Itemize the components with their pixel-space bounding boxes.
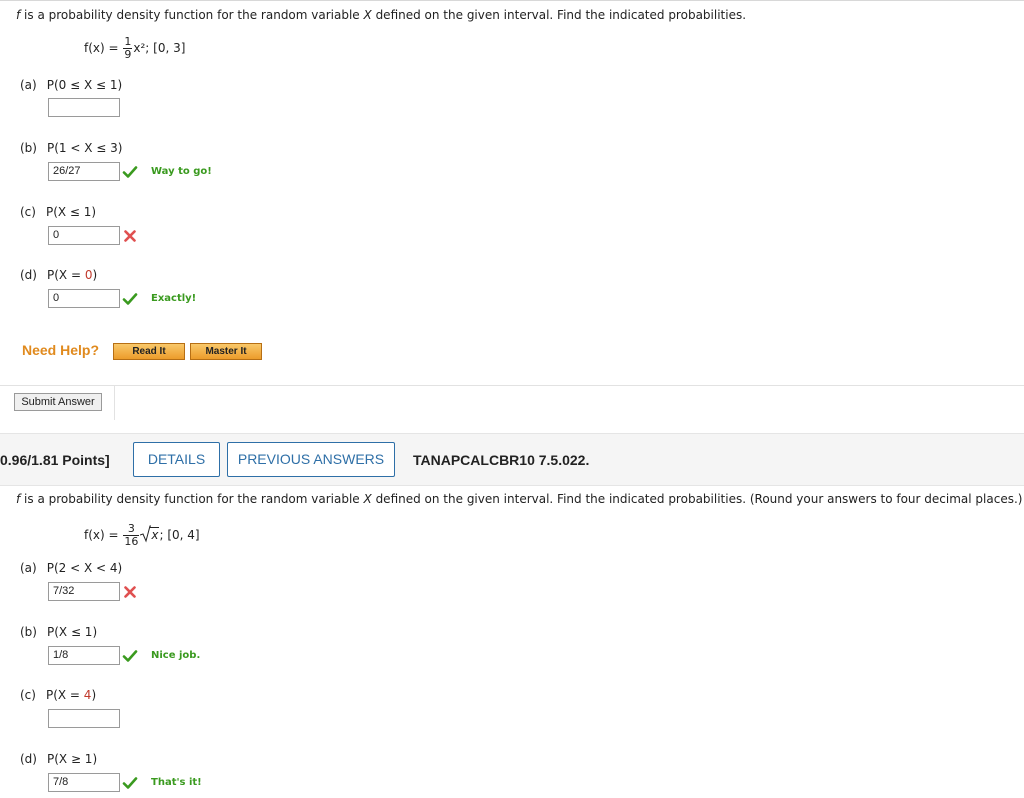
submit-answer-button[interactable]: Submit Answer <box>14 393 102 411</box>
q1-part-a-input[interactable] <box>48 98 120 117</box>
q2-prompt: f is a probability density function for … <box>16 492 1023 506</box>
check-icon <box>122 650 138 662</box>
q1-part-d-label: (d) P(X = 0) <box>20 268 98 282</box>
x-icon <box>124 586 136 598</box>
q1-part-b-label: (b) P(1 < X ≤ 3) <box>20 141 123 155</box>
question-code: TANAPCALCBR10 7.5.022. <box>413 452 590 468</box>
q2-part-a-input[interactable]: 7/32 <box>48 582 120 601</box>
need-help-label: Need Help? <box>22 342 100 358</box>
check-icon <box>122 166 138 178</box>
points-label: 0.96/1.81 Points] <box>0 452 110 468</box>
master-it-button[interactable]: Master It <box>189 342 263 361</box>
q2-part-c-input[interactable] <box>48 709 120 728</box>
q1-part-c-input[interactable]: 0 <box>48 226 120 245</box>
top-divider <box>0 0 1024 1</box>
q1-formula: f(x) = 1 9 x²; [0, 3] <box>84 35 186 61</box>
x-icon <box>124 230 136 242</box>
q1-part-b-feedback: Way to go! <box>151 166 212 177</box>
q1-prompt: f is a probability density function for … <box>16 8 747 22</box>
q1-part-c-label: (c) P(X ≤ 1) <box>20 205 97 219</box>
q1-part-d-feedback: Exactly! <box>151 293 197 304</box>
q2-part-d-input[interactable]: 7/8 <box>48 773 120 792</box>
q2-part-b-label: (b) P(X ≤ 1) <box>20 625 98 639</box>
details-button[interactable]: DETAILS <box>133 442 220 477</box>
q2-part-b-input[interactable]: 1/8 <box>48 646 120 665</box>
check-icon <box>122 777 138 789</box>
read-it-button[interactable]: Read It <box>112 342 186 361</box>
q2-part-a-label: (a) P(2 < X < 4) <box>20 561 123 575</box>
previous-answers-button[interactable]: PREVIOUS ANSWERS <box>227 442 395 477</box>
q1-part-a-label: (a) P(0 ≤ X ≤ 1) <box>20 78 123 92</box>
check-icon <box>122 293 138 305</box>
q2-part-d-label: (d) P(X ≥ 1) <box>20 752 98 766</box>
q1-part-b-input[interactable]: 26/27 <box>48 162 120 181</box>
q2-part-c-label: (c) P(X = 4) <box>20 688 97 702</box>
q2-part-d-feedback: That's it! <box>151 777 202 788</box>
q2-part-b-feedback: Nice job. <box>151 650 201 661</box>
q2-formula: f(x) = 3 16 x; [0, 4] <box>84 522 200 548</box>
q1-part-d-input[interactable]: 0 <box>48 289 120 308</box>
submit-area <box>0 385 1024 433</box>
